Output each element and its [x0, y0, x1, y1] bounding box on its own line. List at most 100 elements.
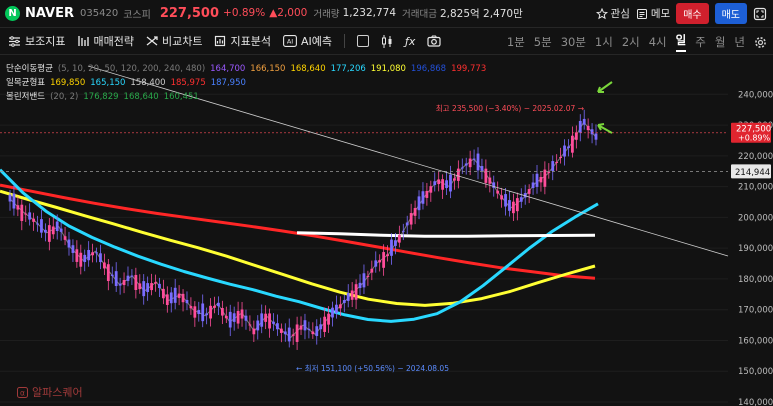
fx-button[interactable]: ƒx [405, 35, 415, 48]
period-2hour[interactable]: 2시 [622, 34, 640, 50]
indicator-button[interactable]: 보조지표 [8, 33, 65, 49]
candle-body [28, 212, 32, 220]
legend-ichimoku-value: 165,150 [90, 78, 126, 88]
legend-ichimoku-value: 187,950 [210, 78, 246, 88]
candle-body [99, 253, 102, 263]
candle-body [327, 313, 330, 325]
period-1min[interactable]: 1분 [507, 34, 525, 50]
camera-icon [427, 35, 441, 47]
reference-price-label: 214,944 [735, 168, 770, 178]
candle-body [224, 315, 228, 319]
candle-body [559, 157, 563, 159]
price-chart[interactable]: 240,000230,000220,000210,000200,000190,0… [0, 56, 773, 406]
candlestick-icon [381, 34, 392, 48]
volume-label: 거래량 [313, 9, 340, 20]
naver-logo-icon: N [5, 5, 20, 21]
period-year[interactable]: 년 [734, 34, 745, 50]
strategy-label: 매매전략 [93, 35, 134, 48]
candle-body [472, 158, 476, 160]
candle-body [582, 118, 586, 125]
candle-body [130, 275, 134, 277]
candle-body [456, 168, 460, 181]
layout-button[interactable] [356, 35, 369, 47]
candle-body [397, 234, 401, 243]
candle-body [122, 280, 126, 286]
candle-body [413, 208, 417, 216]
period-day[interactable]: 일 [675, 32, 687, 52]
candle-type-button[interactable] [381, 34, 393, 48]
candle-body [311, 331, 315, 335]
candle-body [213, 305, 216, 308]
candle-body [429, 186, 433, 193]
candle-body [370, 268, 374, 273]
candle-body [106, 264, 110, 282]
candle-body [453, 178, 456, 181]
screenshot-button[interactable] [427, 35, 441, 47]
candle-body [279, 328, 283, 333]
candle-body [378, 260, 382, 263]
candle-body [8, 194, 12, 202]
candle-body [236, 310, 240, 324]
period-week[interactable]: 주 [695, 34, 706, 50]
legend-sma-value: 164,700 [210, 64, 246, 74]
candle-body [531, 182, 535, 188]
ai-predict-button[interactable]: AI AI예측 [282, 33, 332, 49]
candle-body [295, 324, 299, 342]
stock-header: N NAVER 035420 코스피 227,500 +0.89% ▲2,000… [0, 0, 773, 26]
stock-code: 035420 [80, 7, 119, 19]
candle-body [209, 305, 212, 319]
candle-body [91, 252, 94, 256]
expand-icon[interactable] [753, 7, 767, 21]
candle-body [571, 135, 574, 153]
candle-body [547, 172, 551, 174]
candle-body [519, 197, 523, 202]
candle-body [256, 320, 260, 331]
candle-body [563, 145, 566, 157]
favorite-button[interactable]: 관심 [595, 6, 630, 21]
candle-body [264, 313, 268, 322]
candle-body [252, 328, 256, 335]
strategy-button[interactable]: 매매전략 [77, 33, 134, 49]
series-line-close [9, 121, 597, 338]
candle-body [307, 328, 311, 330]
candle-body [185, 299, 189, 304]
compare-button[interactable]: 비교차트 [146, 33, 202, 49]
candle-body [417, 196, 421, 211]
period-4hour[interactable]: 4시 [649, 34, 667, 50]
y-tick-label: 170,000 [738, 306, 773, 316]
toolbar-separator [343, 34, 345, 48]
candle-body [36, 223, 39, 225]
sell-button[interactable]: 매도 [714, 3, 747, 24]
low-annotation: ← 최저 151,100 (+50.56%) − 2024.08.05 [296, 363, 449, 373]
candle-body [150, 283, 153, 291]
y-tick-label: 160,000 [738, 336, 773, 346]
legend-bollinger-value: 168,640 [123, 92, 159, 102]
candle-body [441, 179, 445, 190]
analysis-button[interactable]: 지표분석 [214, 33, 271, 49]
memo-button[interactable]: 메모 [636, 6, 670, 21]
candle-body [181, 293, 185, 303]
settings-icon[interactable] [754, 36, 767, 49]
period-30min[interactable]: 30분 [561, 34, 586, 50]
legend-sma-value: 177,206 [330, 64, 366, 74]
period-month[interactable]: 월 [715, 34, 726, 50]
favorite-label: 관심 [610, 8, 630, 20]
candle-body [67, 239, 71, 248]
candle-body [71, 245, 75, 253]
ai-predict-label: AI예측 [300, 35, 332, 48]
buy-button[interactable]: 매수 [676, 3, 709, 24]
watermark: α 알파스퀘어 [17, 384, 83, 400]
candle-body [102, 262, 106, 269]
compare-label: 비교차트 [161, 35, 203, 48]
amount-label: 거래대금 [402, 9, 437, 20]
change-amount: ▲2,000 [269, 7, 308, 19]
strategy-icon [78, 36, 90, 46]
candle-body [409, 213, 413, 225]
period-5min[interactable]: 5분 [534, 34, 552, 50]
candle-body [382, 252, 386, 268]
candle-body [201, 303, 205, 322]
candle-body [433, 181, 437, 186]
candle-body [291, 334, 295, 336]
period-1hour[interactable]: 1시 [595, 34, 613, 50]
candle-body [449, 174, 452, 192]
